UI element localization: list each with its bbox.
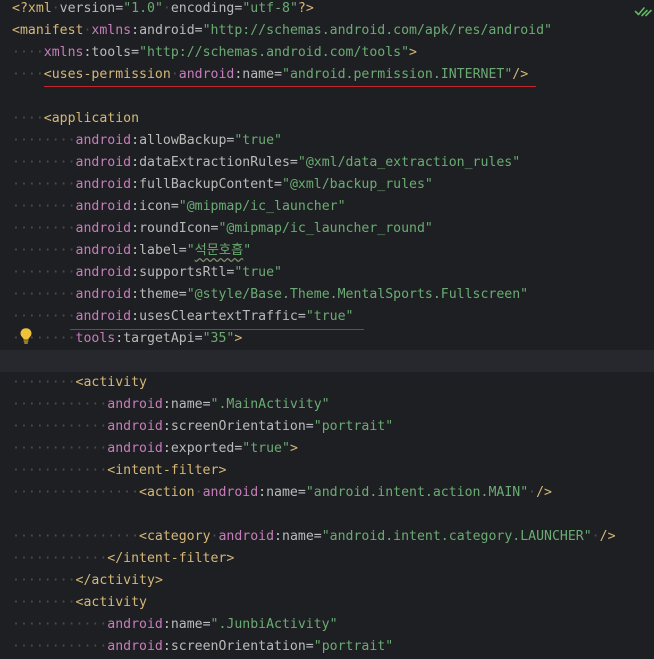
code-line[interactable]: ············</intent-filter> <box>12 548 234 570</box>
code-line[interactable]: ········android:label="석문호흡" <box>12 240 251 262</box>
code-line[interactable]: ············android:name=".JunbiActivity… <box>12 614 338 636</box>
code-line[interactable]: ········android:roundIcon="@mipmap/ic_la… <box>12 218 433 240</box>
code-line[interactable]: ········android:icon="@mipmap/ic_launche… <box>12 196 346 218</box>
code-line[interactable]: ············android:exported="true"> <box>12 438 298 460</box>
code-line[interactable]: ········android:theme="@style/Base.Theme… <box>12 284 528 306</box>
code-line[interactable]: ········</activity> <box>12 570 163 592</box>
code-line[interactable]: ········android:allowBackup="true" <box>12 130 282 152</box>
code-line[interactable]: ········android:dataExtractionRules="@xm… <box>12 152 520 174</box>
code-line[interactable]: ····<uses-permission·android:name="andro… <box>12 64 528 86</box>
code-line[interactable]: ············android:screenOrientation="p… <box>12 636 393 658</box>
code-line[interactable]: ················<category·android:name="… <box>12 526 616 548</box>
lightbulb-icon[interactable] <box>19 327 33 345</box>
code-line[interactable]: ········android:supportsRtl="true" <box>12 262 282 284</box>
code-line[interactable] <box>0 350 654 372</box>
error-underline-cleartext <box>70 329 364 330</box>
code-line[interactable]: <manifest·xmlns:android="http://schemas.… <box>12 20 552 42</box>
code-line[interactable]: ········tools:targetApi="35"> <box>12 328 242 350</box>
code-line[interactable]: ············android:name=".MainActivity" <box>12 394 330 416</box>
code-line[interactable]: ········<activity <box>12 372 147 394</box>
inspection-check-icon[interactable] <box>634 4 652 18</box>
code-line[interactable]: ················<action·android:name="an… <box>12 482 552 504</box>
code-line[interactable]: ········<activity <box>12 592 147 614</box>
code-line[interactable]: ············android:screenOrientation="p… <box>12 416 393 438</box>
code-line[interactable]: ····xmlns:tools="http://schemas.android.… <box>12 42 417 64</box>
code-line[interactable]: <?xml·version="1.0"·encoding="utf-8"?> <box>12 0 314 20</box>
code-line[interactable]: ············<intent-filter> <box>12 460 226 482</box>
code-line[interactable]: ········android:fullBackupContent="@xml/… <box>12 174 433 196</box>
code-line[interactable]: ········android:usesCleartextTraffic="tr… <box>12 306 353 328</box>
code-line[interactable]: ····<application <box>12 108 139 130</box>
error-underline-permission <box>44 86 536 87</box>
